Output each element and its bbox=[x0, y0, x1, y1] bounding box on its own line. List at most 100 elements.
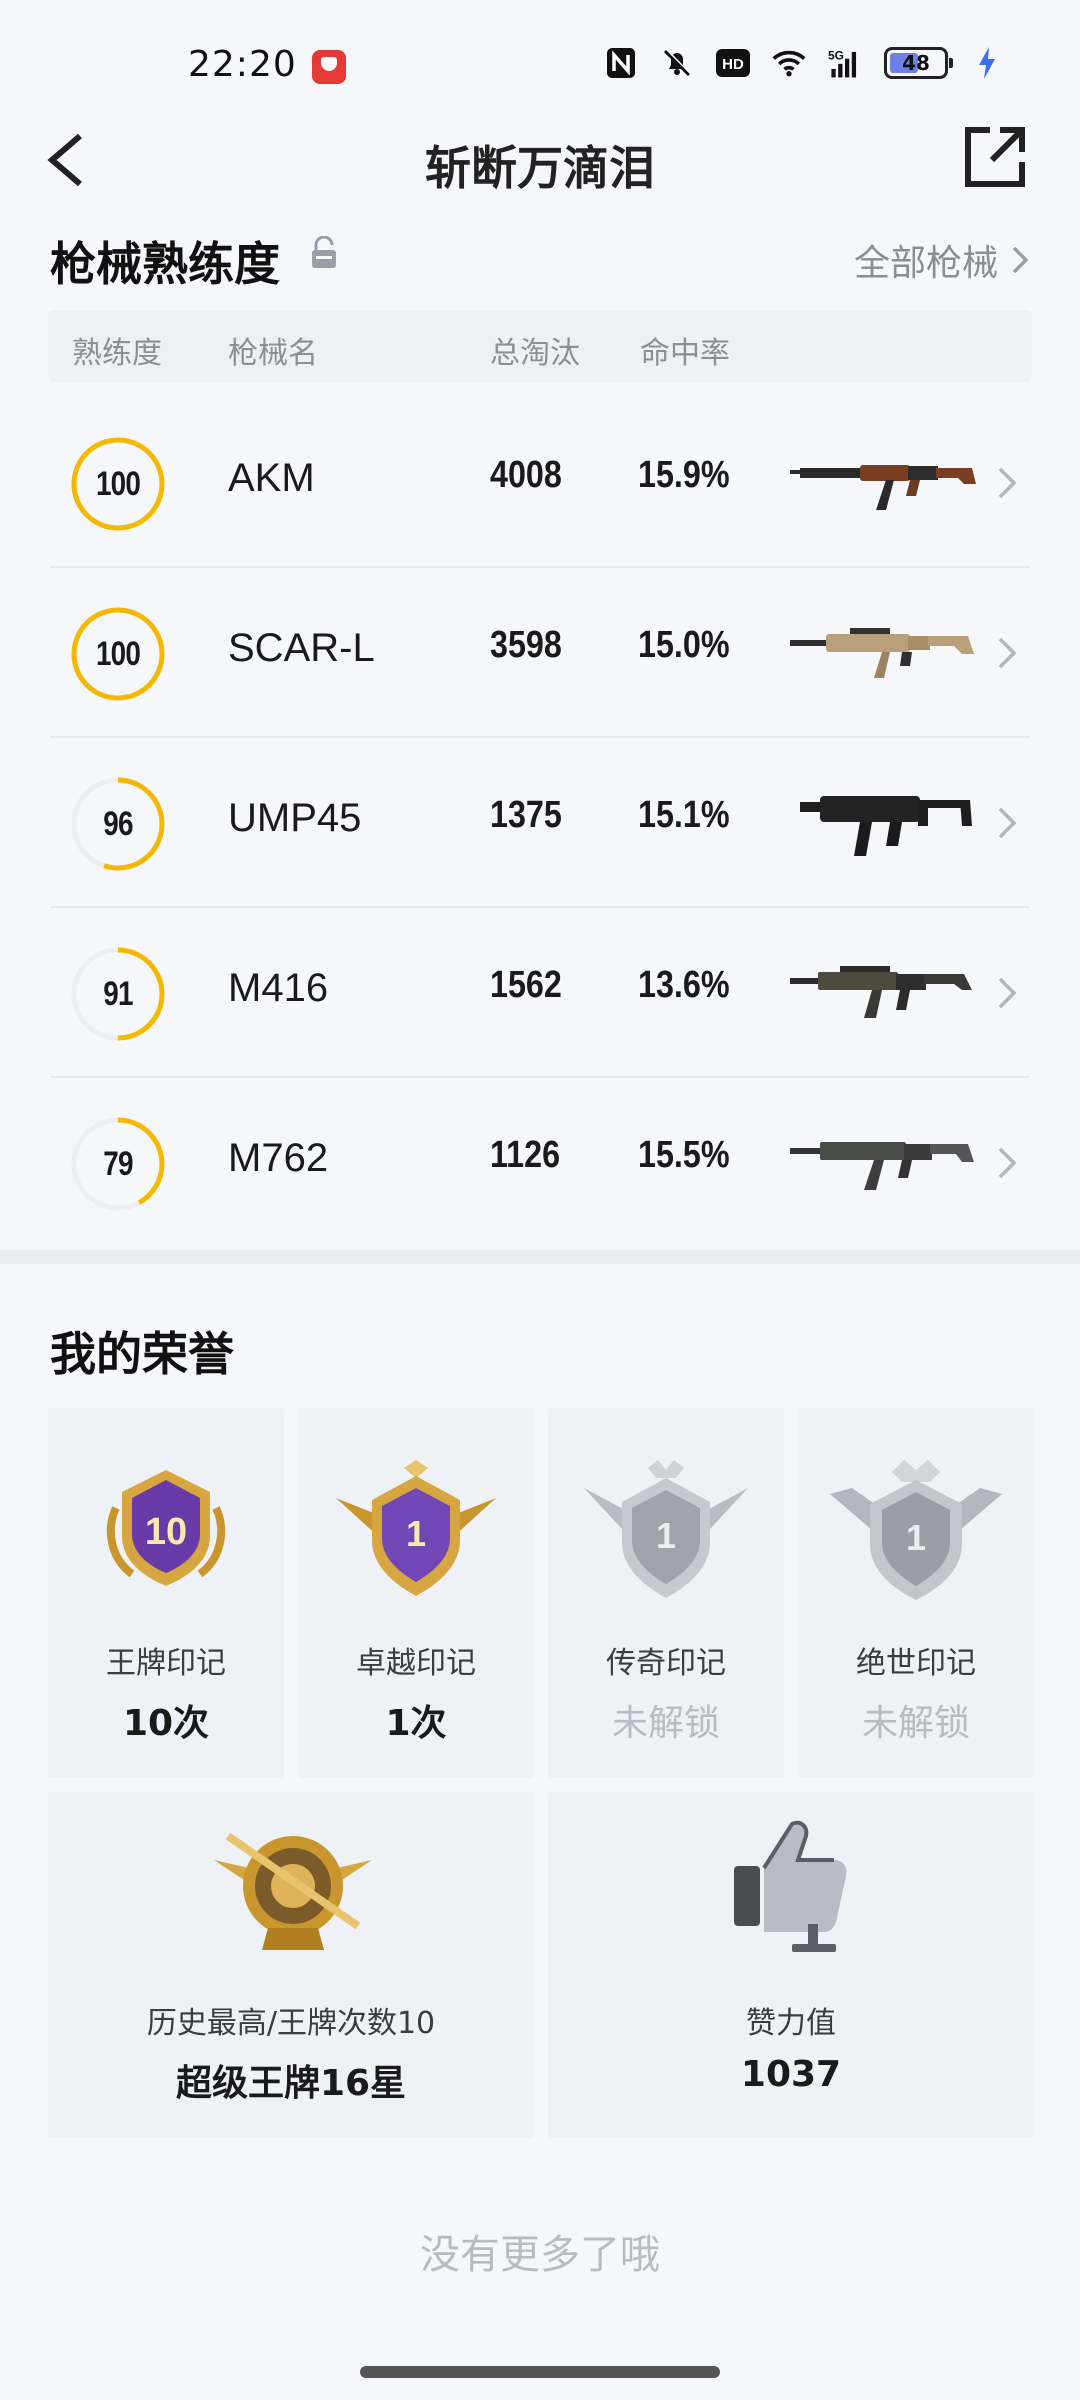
weapon-hit-rate: 15.9% bbox=[638, 454, 730, 496]
charging-icon bbox=[970, 46, 1004, 80]
section-divider bbox=[0, 1250, 1080, 1264]
proficiency-level: 100 bbox=[95, 464, 141, 503]
honor-label: 历史最高/王牌次数10 bbox=[146, 2006, 436, 2041]
weapon-table-header: 熟练度 枪械名 总淘汰 命中率 bbox=[48, 310, 1032, 382]
honor-card-excellence[interactable]: 1 卓越印记 1次 bbox=[298, 1408, 534, 1778]
proficiency-ring: 96 bbox=[70, 776, 166, 872]
svg-text:5G: 5G bbox=[828, 49, 844, 63]
honor-label: 绝世印记 bbox=[856, 1646, 976, 1681]
hd-icon: HD bbox=[716, 46, 750, 80]
weapon-kills: 4008 bbox=[490, 454, 562, 496]
weapon-hit-rate: 15.1% bbox=[638, 794, 730, 836]
honors-section-title: 我的荣誉 bbox=[50, 1327, 234, 1381]
weapon-section-title: 枪械熟练度 bbox=[50, 237, 280, 291]
proficiency-level: 100 bbox=[95, 634, 141, 673]
weapon-row-akm[interactable]: 100 AKM 4008 15.9% bbox=[50, 398, 1030, 568]
honors-section-header: 我的荣誉 bbox=[50, 1318, 1030, 1388]
weapon-kills: 1562 bbox=[490, 964, 562, 1006]
weapon-name: UMP45 bbox=[228, 796, 362, 840]
battery-icon: 48 bbox=[884, 47, 953, 79]
svg-text:10: 10 bbox=[145, 1511, 187, 1553]
m416-rifle-icon bbox=[790, 966, 972, 1018]
weapon-row-ump45[interactable]: 96 UMP45 1375 15.1% bbox=[50, 738, 1030, 908]
chevron-right-icon bbox=[998, 977, 1017, 1009]
mute-bell-icon bbox=[660, 46, 694, 80]
honor-card-likes[interactable]: 赞力值 1037 bbox=[548, 1792, 1034, 2138]
notification-app-icon bbox=[312, 50, 346, 84]
scar-l-rifle-icon bbox=[790, 628, 974, 678]
lock-icon[interactable] bbox=[310, 236, 338, 270]
home-indicator[interactable] bbox=[360, 2366, 720, 2378]
weapon-row-scar-l[interactable]: 100 SCAR-L 3598 15.0% bbox=[50, 568, 1030, 738]
nfc-icon bbox=[604, 46, 638, 80]
akm-rifle-icon bbox=[790, 465, 976, 510]
weapon-hit-rate: 15.0% bbox=[638, 624, 730, 666]
proficiency-ring: 100 bbox=[70, 436, 166, 532]
honor-label: 传奇印记 bbox=[606, 1646, 726, 1681]
weapon-section-header: 枪械熟练度 全部枪械 bbox=[50, 228, 1030, 298]
chevron-right-icon bbox=[998, 1147, 1017, 1179]
honor-value: 未解锁 bbox=[861, 1703, 970, 1744]
proficiency-ring: 79 bbox=[70, 1116, 166, 1212]
honor-value: 1次 bbox=[385, 1703, 447, 1744]
m762-rifle-icon bbox=[790, 1142, 974, 1190]
ace-badge-icon: 10 bbox=[106, 1470, 226, 1586]
proficiency-ring: 100 bbox=[70, 606, 166, 702]
share-button[interactable] bbox=[962, 124, 1028, 190]
honor-label: 王牌印记 bbox=[106, 1646, 226, 1681]
honor-value: 未解锁 bbox=[611, 1703, 720, 1744]
honor-card-legend[interactable]: 1 传奇印记 未解锁 bbox=[548, 1408, 784, 1778]
page-header: 斩断万滴泪 bbox=[0, 110, 1080, 210]
col-hit-rate: 命中率 bbox=[640, 336, 730, 371]
honor-label: 赞力值 bbox=[746, 2006, 836, 2041]
peerless-badge-icon: 1 bbox=[830, 1460, 1002, 1600]
svg-text:HD: HD bbox=[722, 56, 744, 73]
proficiency-level: 91 bbox=[103, 974, 133, 1013]
weapon-name: M416 bbox=[228, 966, 329, 1010]
col-proficiency: 熟练度 bbox=[72, 336, 162, 371]
weapon-kills: 1375 bbox=[490, 794, 562, 836]
honor-value: 1037 bbox=[740, 2054, 842, 2095]
weapon-row-m416[interactable]: 91 M416 1562 13.6% bbox=[50, 908, 1030, 1078]
chevron-right-icon bbox=[998, 467, 1017, 499]
weapon-name: M762 bbox=[228, 1136, 329, 1180]
legend-badge-icon: 1 bbox=[584, 1460, 748, 1598]
svg-text:1: 1 bbox=[406, 1513, 426, 1554]
honor-card-peerless[interactable]: 1 绝世印记 未解锁 bbox=[798, 1408, 1034, 1778]
weapon-hit-rate: 13.6% bbox=[638, 964, 730, 1006]
proficiency-level: 96 bbox=[103, 804, 133, 843]
signal-5g-icon: 5G bbox=[828, 46, 862, 80]
weapon-kills: 3598 bbox=[490, 624, 562, 666]
page-title: 斩断万滴泪 bbox=[425, 141, 655, 195]
wifi-icon bbox=[772, 46, 806, 80]
end-of-list-text: 没有更多了哦 bbox=[420, 2232, 660, 2278]
ump45-smg-icon bbox=[800, 796, 972, 856]
excellence-badge-icon: 1 bbox=[336, 1460, 496, 1596]
share-icon bbox=[965, 127, 1025, 187]
chevron-right-icon bbox=[998, 807, 1017, 839]
proficiency-ring: 91 bbox=[70, 946, 166, 1042]
ace-emblem-icon bbox=[214, 1832, 372, 1950]
honor-card-ace[interactable]: 10 王牌印记 10次 bbox=[48, 1408, 284, 1778]
all-weapons-link[interactable]: 全部枪械 bbox=[854, 234, 1030, 286]
col-total-kills: 总淘汰 bbox=[490, 336, 580, 371]
svg-text:1: 1 bbox=[906, 1517, 926, 1558]
weapon-kills: 1126 bbox=[490, 1134, 561, 1176]
honor-label: 卓越印记 bbox=[356, 1646, 476, 1681]
thumbs-up-icon bbox=[734, 1820, 847, 1952]
weapon-name: AKM bbox=[228, 456, 315, 500]
chevron-right-icon bbox=[998, 637, 1017, 669]
weapon-hit-rate: 15.5% bbox=[638, 1134, 730, 1176]
chevron-right-icon bbox=[1012, 246, 1029, 274]
status-bar: 22:20 HD 5G 48 bbox=[0, 0, 1080, 110]
all-weapons-label: 全部枪械 bbox=[853, 243, 998, 284]
honor-value: 超级王牌16星 bbox=[175, 2063, 407, 2104]
honor-value: 10次 bbox=[122, 1703, 210, 1744]
weapon-name: SCAR-L bbox=[228, 626, 375, 670]
proficiency-level: 79 bbox=[103, 1144, 133, 1183]
col-weapon-name: 枪械名 bbox=[228, 336, 318, 371]
weapon-row-m762[interactable]: 79 M762 1126 15.5% bbox=[50, 1078, 1030, 1248]
svg-text:1: 1 bbox=[656, 1515, 676, 1556]
honor-card-highest-rank[interactable]: 历史最高/王牌次数10 超级王牌16星 bbox=[48, 1792, 534, 2138]
battery-level: 48 bbox=[902, 51, 930, 75]
